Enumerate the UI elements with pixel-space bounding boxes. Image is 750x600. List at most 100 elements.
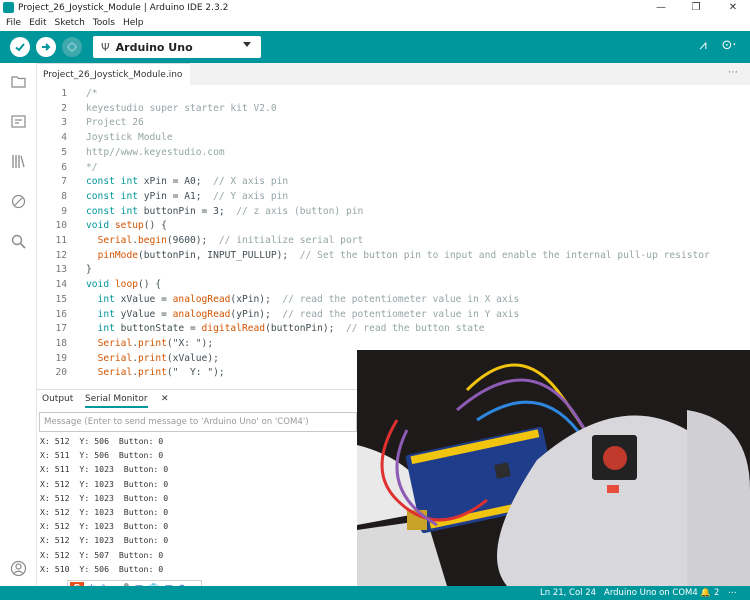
code-line: 7 const int xPin = A0; // X axis pin [37,176,750,191]
code-line: 10 void setup() { [37,220,750,235]
code-token: // Y axis pin [213,190,289,202]
board-name: Arduino Uno [115,40,193,54]
code-line: 6 */ [37,162,750,177]
code-text: http//www.keyestudio.com [86,147,225,158]
code-token: // initialize serial port [218,235,364,246]
code-text: /* [86,88,98,99]
code-token: int [120,190,138,202]
code-token: const [86,176,115,188]
code-text: Serial.print("X: "); [86,337,214,349]
close-serial-monitor-icon[interactable]: ✕ [161,394,169,404]
upload-button[interactable] [36,37,56,57]
code-token: xValue = [114,293,173,305]
editor-tab-row: Project_26_Joystick_Module.ino ⋯ [37,63,750,85]
code-token: const [86,190,115,202]
code-token: (buttonPin); [265,323,346,335]
code-token: buttonPin = 3; [138,205,237,217]
code-token: // read the potentiometer value in Y axi… [282,308,520,320]
code-line: 12 pinMode(buttonPin, INPUT_PULLUP); // … [37,250,750,265]
code-editor[interactable]: 1 /* 2 keyestudio super starter kit V2.0 3 Pr… [37,85,750,385]
code-token: void [86,279,110,291]
menu-tools[interactable]: Tools [93,18,115,28]
tab-serial-monitor[interactable]: Serial Monitor [85,394,148,408]
code-line: 5 http//www.keyestudio.com [37,147,750,162]
menu-sketch[interactable]: Sketch [55,18,85,28]
code-token: void [86,220,110,232]
code-line: 14 void loop() { [37,279,750,294]
library-icon[interactable] [10,153,27,170]
serial-plotter-icon[interactable]: ⩘ [694,38,712,56]
debug-panel-icon[interactable] [10,193,27,210]
line-number: 13 [55,264,67,276]
more-status-icon[interactable]: ⋯ [728,588,737,598]
code-token: yValue = [114,308,173,320]
more-icon[interactable]: ⋯ [728,67,738,78]
code-line: 17 int buttonState = digitalRead(buttonP… [37,323,750,338]
code-token: int [120,176,138,188]
code-text: pinMode(buttonPin, INPUT_PULLUP); // Set… [86,250,710,261]
code-line: 16 int yValue = analogRead(yPin); // rea… [37,309,750,324]
code-token: // z axis (button) pin [236,205,364,217]
board-selector[interactable]: Ψ Arduino Uno [93,36,261,58]
code-token: print [138,367,167,379]
code-token: int [97,293,115,305]
code-token: () { [138,279,162,291]
code-text: } [86,264,92,275]
serial-line: X: 512 Y: 1023 Button: 0 [40,478,169,489]
serial-line: X: 511 Y: 506 Button: 0 [40,450,164,461]
tab-output[interactable]: Output [42,394,73,404]
code-token: http//www.keyestudio.com [86,146,225,158]
menu-help[interactable]: Help [123,18,144,28]
serial-line: X: 512 Y: 1023 Button: 0 [40,507,169,517]
code-text: const int xPin = A0; // X axis pin [86,176,288,187]
line-number: 16 [55,308,67,320]
code-text: void setup() { [86,220,167,231]
board-manager-icon[interactable] [10,113,27,130]
serial-line: X: 511 Y: 1023 Button: 0 [40,464,169,475]
code-token: int [120,205,138,217]
line-number: 19 [55,352,67,364]
serial-line: X: 512 Y: 1023 Button: 0 [40,521,169,532]
code-line: 15 int xValue = analogRead(xPin); // rea… [37,294,750,309]
folder-icon[interactable] [10,73,27,90]
notification-count: 2 [714,588,720,598]
menu-file[interactable]: File [6,18,21,28]
bottom-panel-tabs: Output Serial Monitor ✕ [37,389,357,409]
code-token: () { [143,220,167,232]
code-token: digitalRead [201,323,266,335]
code-token: print [138,337,167,349]
serial-line: X: 512 Y: 1023 Button: 0 [40,535,169,546]
code-token: loop [114,279,138,291]
menu-edit[interactable]: Edit [29,18,46,28]
code-line: 2 keyestudio super starter kit V2.0 [37,103,750,118]
debug-button[interactable] [62,37,82,57]
serial-output: X: 512 Y: 506 Button: 0 X: 511 Y: 506 But… [37,435,357,577]
checkmark-icon [15,43,25,52]
verify-button[interactable] [10,37,30,57]
close-window-button[interactable]: ✕ [720,0,746,15]
title-bar: Project_26_Joystick_Module | Arduino IDE… [0,0,750,15]
serial-monitor-icon[interactable]: ⊙· [720,38,738,56]
tab-sketch-file[interactable]: Project_26_Joystick_Module.ino [37,63,191,85]
usb-icon: Ψ [101,40,110,54]
restore-button[interactable]: ❐ [683,0,709,15]
code-token: } [86,264,92,276]
search-icon[interactable] [10,233,27,250]
code-token: analogRead [172,308,231,320]
code-token: xPin = A0; [138,176,214,188]
account-icon[interactable] [10,560,27,577]
serial-message-input[interactable]: Message (Enter to send message to 'Ardui… [39,412,357,432]
window-title: Project_26_Joystick_Module | Arduino IDE… [18,2,229,13]
cursor-position: Ln 21, Col 24 [540,588,597,598]
code-text: const int yPin = A1; // Y axis pin [86,191,288,202]
line-number: 9 [61,205,67,217]
bell-icon[interactable]: 🔔 [700,588,711,598]
code-text: int buttonState = digitalRead(buttonPin)… [86,323,485,334]
code-token: Project 26 [86,117,144,129]
minimize-button[interactable]: — [648,0,674,15]
